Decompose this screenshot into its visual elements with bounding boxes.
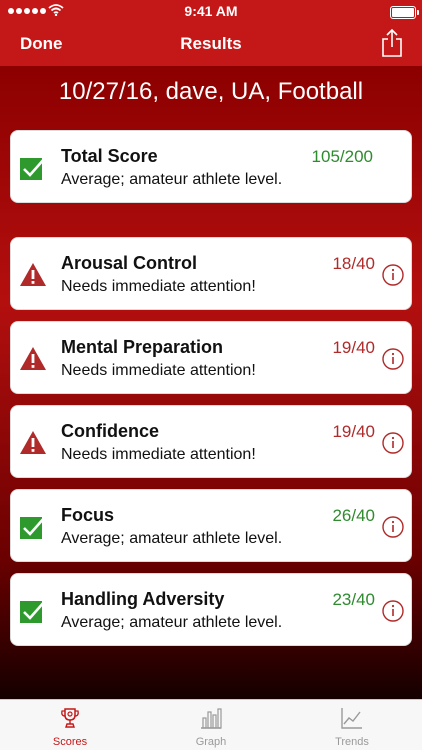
- score-value: 18/40: [332, 254, 375, 273]
- info-icon[interactable]: [382, 348, 404, 370]
- warning-icon: [20, 347, 46, 370]
- info-icon[interactable]: [382, 432, 404, 454]
- score-description: Needs immediate attention!: [61, 278, 256, 295]
- share-icon[interactable]: [380, 28, 404, 58]
- nav-title: Results: [180, 34, 242, 53]
- bar-chart-icon: [201, 708, 222, 729]
- score-value: 19/40: [332, 422, 375, 441]
- category-card[interactable]: Confidence Needs immediate attention! 19/4…: [10, 405, 412, 478]
- score-name: Mental Preparation: [61, 337, 224, 357]
- status-time: 9:41 AM: [184, 3, 238, 19]
- score-name: Confidence: [61, 421, 160, 441]
- status-bar: 9:41 AM: [0, 0, 422, 22]
- trend-line-icon: [341, 708, 362, 729]
- score-value: 19/40: [332, 338, 375, 357]
- info-icon[interactable]: [382, 264, 404, 286]
- category-card[interactable]: Arousal Control Needs immediate attention…: [10, 237, 412, 310]
- warning-icon: [20, 263, 46, 286]
- score-value: 23/40: [332, 590, 375, 609]
- score-name: Total Score: [61, 146, 158, 166]
- tab-label: Graph: [195, 736, 227, 748]
- category-card[interactable]: Focus Average; amateur athlete level. 26/4…: [10, 489, 412, 562]
- score-name: Arousal Control: [61, 253, 198, 273]
- tab-scores[interactable]: Scores: [0, 700, 140, 750]
- score-value: 26/40: [332, 506, 375, 525]
- tab-bar: Scores Graph Trends: [0, 699, 422, 750]
- tab-trends[interactable]: Trends: [282, 700, 422, 750]
- score-description: Needs immediate attention!: [61, 362, 256, 379]
- info-icon[interactable]: [382, 600, 404, 622]
- score-description: Needs immediate attention!: [61, 446, 256, 463]
- score-description: Average; amateur athlete level.: [61, 530, 283, 547]
- tab-label: Scores: [52, 736, 88, 748]
- info-icon[interactable]: [382, 516, 404, 538]
- score-name: Handling Adversity: [61, 589, 225, 609]
- category-card[interactable]: Handling Adversity Average; amateur athle…: [10, 573, 412, 646]
- score-name: Focus: [61, 505, 115, 525]
- trophy-icon: [61, 708, 79, 728]
- tab-label: Trends: [335, 736, 369, 748]
- done-button[interactable]: Done: [20, 34, 63, 54]
- checkmark-icon: [20, 516, 46, 539]
- warning-icon: [20, 431, 46, 454]
- checkmark-icon: [20, 157, 46, 180]
- checkmark-icon: [20, 600, 46, 623]
- tab-graph[interactable]: Graph: [141, 700, 281, 750]
- category-card[interactable]: Mental Preparation Needs immediate attent…: [10, 321, 412, 394]
- battery-icon: [390, 6, 419, 19]
- session-header: 10/27/16, dave, UA, Football: [58, 78, 364, 105]
- score-description: Average; amateur athlete level.: [61, 171, 283, 188]
- total-score-card[interactable]: Total Score Average; amateur athlete lev…: [10, 130, 412, 203]
- score-description: Average; amateur athlete level.: [61, 614, 283, 631]
- navigation-bar: Done Results: [0, 22, 422, 66]
- score-value: 105/200: [311, 147, 373, 166]
